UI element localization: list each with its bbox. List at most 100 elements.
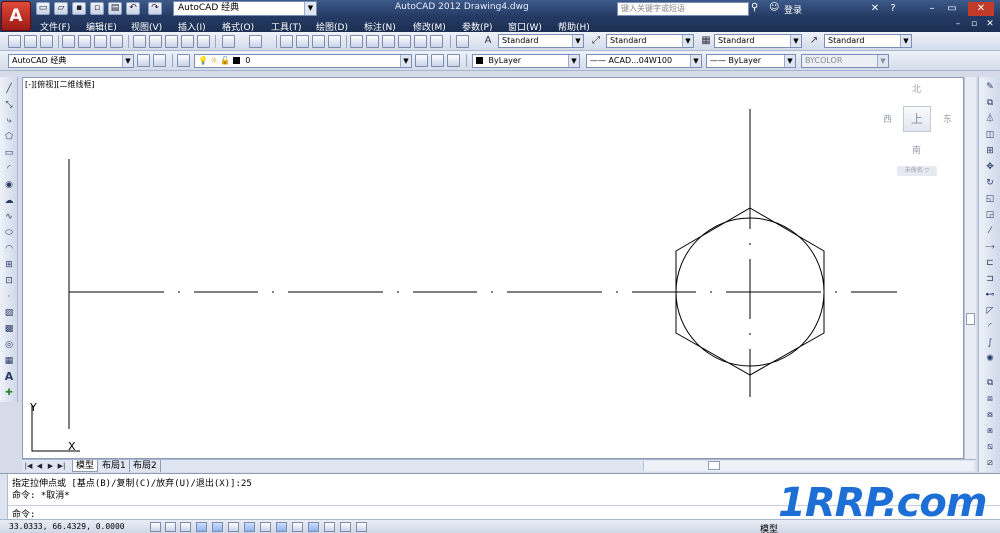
open-file-icon[interactable] [24,35,37,48]
undo-icon[interactable]: ↶ [126,2,140,15]
vertical-scrollbar[interactable] [964,77,976,459]
minimize-icon[interactable]: – [925,2,939,16]
3d-object-snap-icon[interactable] [244,522,255,532]
3d-print-icon[interactable] [110,35,123,48]
bring-above-icon[interactable]: ⧆ [984,425,996,437]
mleader-style-dropdown[interactable]: Standard ▼ [824,34,912,48]
doc-close-icon[interactable]: ✕ [984,19,996,31]
dynamic-input-icon[interactable] [292,522,303,532]
object-snap-tracking-icon[interactable] [260,522,271,532]
markup-icon[interactable] [414,35,427,48]
snap-mode-icon[interactable] [165,522,176,532]
region-icon[interactable]: ◎ [3,339,15,351]
selection-cycling-icon[interactable] [356,522,367,532]
join-icon[interactable]: ⊷ [984,289,996,301]
undo-toolbar-icon[interactable] [222,35,235,48]
workspace-settings-icon[interactable] [137,54,150,67]
explode-icon[interactable]: ✺ [984,353,996,365]
print-icon[interactable] [62,35,75,48]
zoom-window-icon[interactable] [312,35,325,48]
layer-previous-icon[interactable] [431,54,444,67]
linetype-dropdown[interactable]: —— ACAD...04W100 ▼ [586,54,702,68]
doc-restore-icon[interactable]: ▫ [968,19,980,31]
dim-style-icon[interactable]: ⤢ [588,34,604,48]
last-tab-icon[interactable]: ▶| [57,462,66,471]
print-preview-icon[interactable] [78,35,91,48]
plot-icon[interactable]: ▤ [108,2,122,15]
ellipse-icon[interactable]: ⬭ [3,227,15,239]
drawing-geometry[interactable]: Y X [22,77,964,459]
properties-icon[interactable] [350,35,363,48]
command-input[interactable]: 命令: [8,505,1000,520]
paste-icon[interactable] [165,35,178,48]
array-icon[interactable]: ⊞ [984,145,996,157]
stretch-icon[interactable]: ◲ [984,209,996,221]
color-dropdown[interactable]: ByLayer ▼ [472,54,580,68]
plot-style-dropdown[interactable]: BYCOLOR ▼ [801,54,889,68]
offset-icon[interactable]: ◫ [984,129,996,141]
polyline-icon[interactable]: ⤷ [3,115,15,127]
gradient-icon[interactable]: ▩ [3,323,15,335]
lineweight-display-icon[interactable] [308,522,319,532]
quick-properties-icon[interactable] [340,522,351,532]
login-button[interactable]: 登录 [784,3,802,16]
search-input[interactable]: 键入关键字或短语 [617,2,749,16]
block-editor-icon[interactable] [197,35,210,48]
text-to-front-icon[interactable]: ⧄ [984,457,996,469]
help-icon[interactable]: ? [886,2,900,16]
design-center-icon[interactable] [366,35,379,48]
chamfer-icon[interactable]: ◸ [984,305,996,317]
exchange-icon[interactable]: ✕ [868,2,882,16]
layer-dropdown[interactable]: 💡 ☼ 🔓 0 ▼ [194,54,412,68]
wcs-dropdown[interactable]: 未命名 ▽ [897,166,937,176]
object-snap-icon[interactable] [228,522,239,532]
break-icon[interactable]: ⊐ [984,273,996,285]
tab-layout1[interactable]: 布局1 [99,460,130,472]
tab-model[interactable]: 模型 [72,460,99,472]
help-toolbar-icon[interactable] [456,35,469,48]
tool-palettes-icon[interactable] [382,35,395,48]
ellipse-arc-icon[interactable]: ◠ [3,243,15,255]
ortho-mode-icon[interactable] [196,522,207,532]
polygon-icon[interactable]: ⬠ [3,131,15,143]
rectangle-icon[interactable]: ▭ [3,147,15,159]
layer-properties-icon[interactable] [177,54,190,67]
zoom-realtime-icon[interactable] [296,35,309,48]
save-icon[interactable]: ▪ [72,2,86,15]
viewcube-north[interactable]: 北 [912,82,921,95]
mirror-icon[interactable]: ⏃ [984,113,996,125]
redo-toolbar-icon[interactable] [249,35,262,48]
table-style-dropdown[interactable]: Standard ▼ [714,34,802,48]
new-icon[interactable]: ▭ [36,2,50,15]
pan-icon[interactable] [280,35,293,48]
publish-icon[interactable] [94,35,107,48]
first-tab-icon[interactable]: |◀ [24,462,33,471]
layer-states-icon[interactable] [447,54,460,67]
trim-icon[interactable]: ⁄ [984,225,996,237]
spline-icon[interactable]: ∿ [3,211,15,223]
insert-block-icon[interactable]: ⊞ [3,259,15,271]
hatch-icon[interactable]: ▨ [3,307,15,319]
send-under-icon[interactable]: ⧅ [984,441,996,453]
blend-curves-icon[interactable]: ∫ [984,337,996,349]
dynamic-ucs-icon[interactable] [276,522,287,532]
polar-tracking-icon[interactable] [212,522,223,532]
vertical-scroll-thumb[interactable] [966,313,975,325]
move-icon[interactable]: ✥ [984,161,996,173]
erase-icon[interactable]: ✎ [984,81,996,93]
save-file-icon[interactable] [40,35,53,48]
lineweight-dropdown[interactable]: —— ByLayer ▼ [706,54,796,68]
open-icon[interactable]: ▱ [54,2,68,15]
doc-minimize-icon[interactable]: – [952,19,964,31]
add-selected-icon[interactable]: ✚ [3,387,15,399]
save-as-icon[interactable]: ▫ [90,2,104,15]
copy-object-icon[interactable]: ⧉ [984,97,996,109]
user-icon[interactable]: ☺ [769,2,783,16]
previous-tab-icon[interactable]: ◀ [35,462,44,471]
table-style-icon[interactable]: ▦ [698,34,714,48]
construction-line-icon[interactable]: ⤡ [3,99,15,111]
close-icon[interactable]: ✕ [968,2,994,16]
binoculars-icon[interactable]: ⚲ [751,2,765,16]
draw-order-icon[interactable]: ⧉ [984,377,996,389]
coordinates-readout[interactable]: 33.0333, 66.4329, 0.0000 [9,522,125,531]
